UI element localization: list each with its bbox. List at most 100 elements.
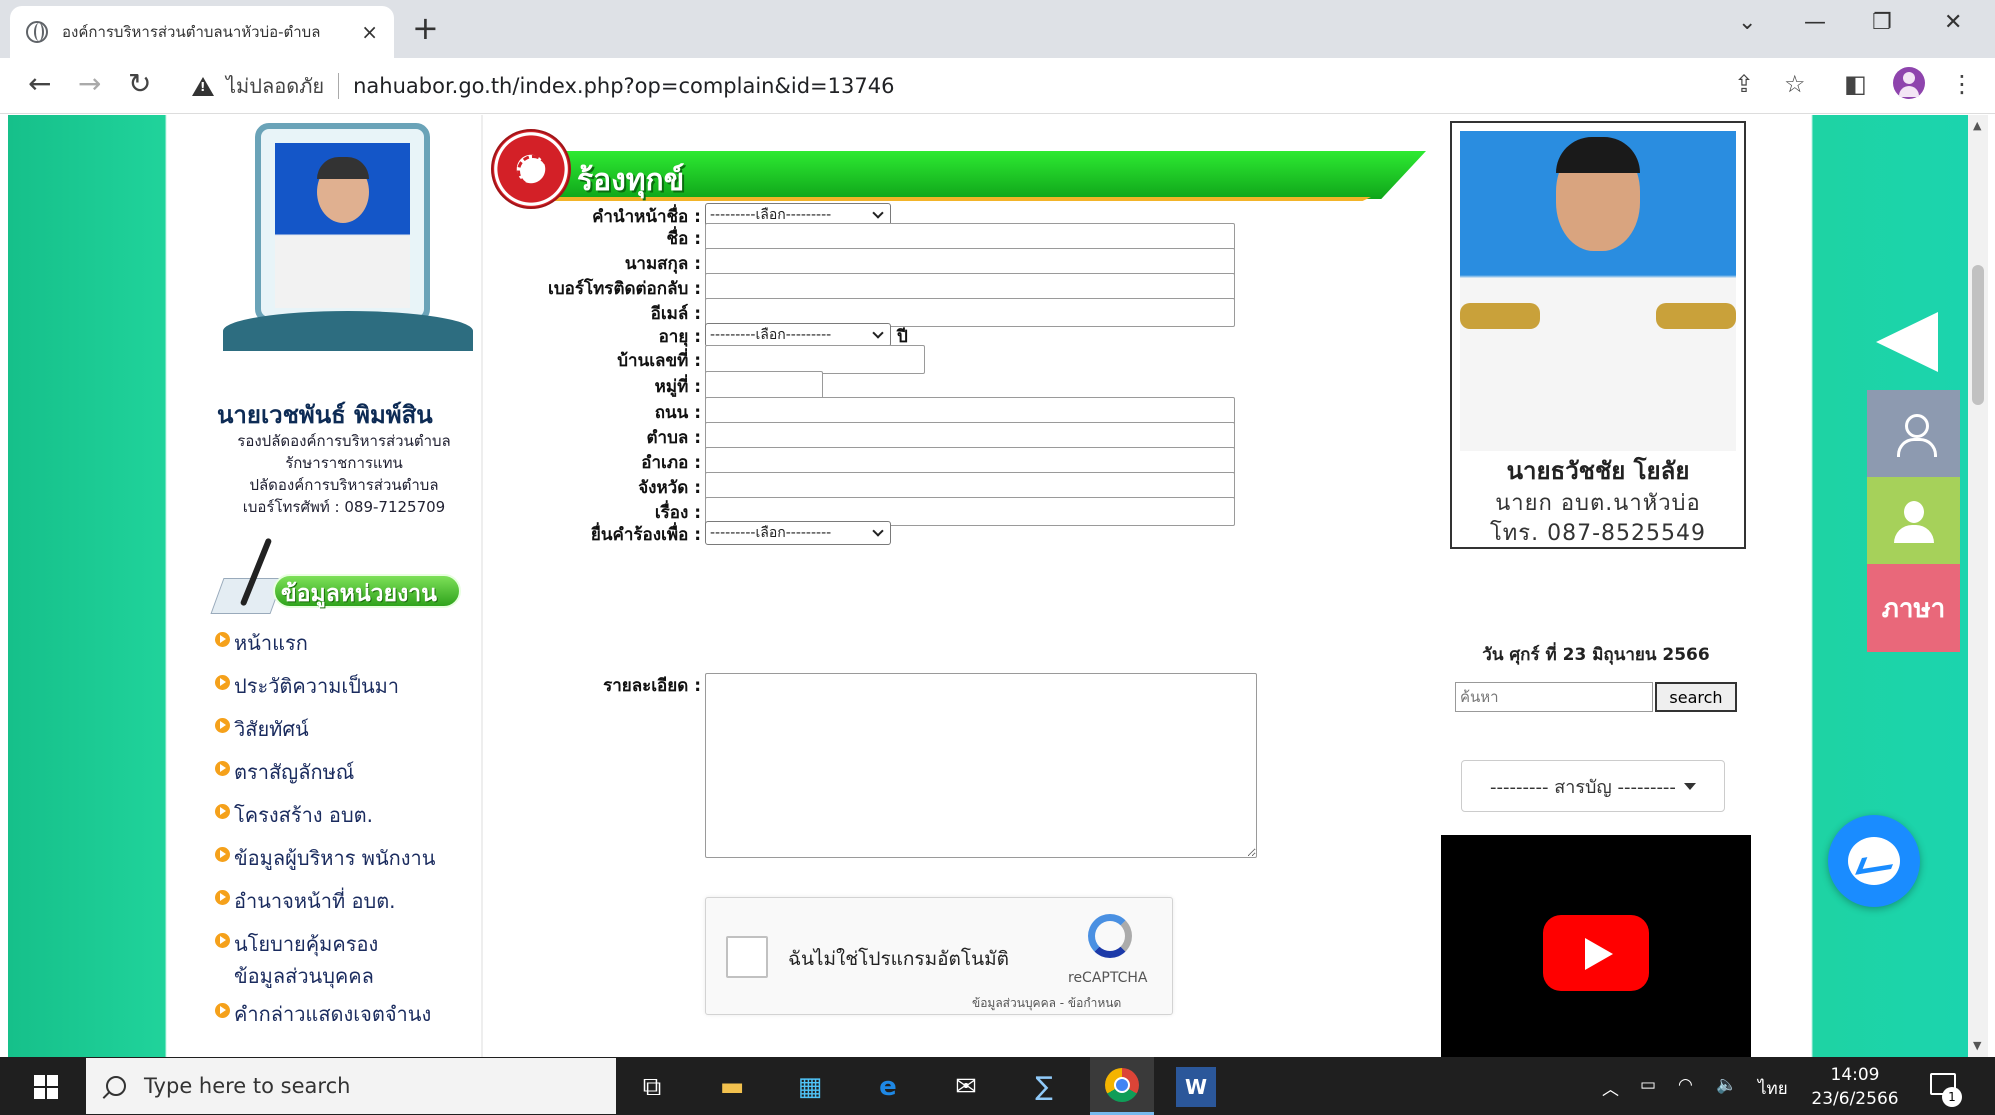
taskbar-search[interactable]: Type here to search: [86, 1058, 616, 1114]
battery-icon[interactable]: ▭: [1640, 1075, 1656, 1095]
messenger-icon: [1848, 837, 1900, 885]
chevron-down-icon: [872, 524, 884, 537]
bullet-arrow-icon: [215, 718, 230, 733]
photo-ribbon: [223, 311, 473, 351]
label-house-number: บ้านเลขที่ :: [617, 351, 701, 371]
details-textarea[interactable]: [705, 673, 1257, 858]
browser-tab-strip: องค์การบริหารส่วนตำบลนาหัวบ่อ-ตำบล × + ⌄…: [0, 0, 1995, 58]
left-sidebar: นายเวชพันธ์ พิมพ์สิน รองปลัดองค์การบริหา…: [210, 115, 483, 1057]
user-widget-button[interactable]: [1867, 390, 1960, 478]
youtube-play-icon[interactable]: [1543, 915, 1649, 991]
label-details: รายละเอียด :: [603, 676, 701, 696]
photo-hair: [1556, 137, 1640, 173]
label-tambon: ตำบล :: [646, 428, 701, 448]
seal-logo-icon: [491, 129, 571, 209]
share-icon[interactable]: ⇪: [1734, 70, 1754, 98]
sidebar-item-emblem[interactable]: ตราสัญลักษณ์: [215, 756, 483, 799]
recaptcha-brand: reCAPTCHA: [1068, 970, 1148, 986]
recaptcha-widget: ฉันไม่ใช่โปรแกรมอัตโนมัติ reCAPTCHA ข้อม…: [705, 897, 1173, 1015]
video-embed[interactable]: [1441, 835, 1751, 1057]
file-explorer-icon[interactable]: ▬: [712, 1067, 752, 1107]
sidebar-item-intent-statement[interactable]: คำกล่าวแสดงเจตจำนง: [215, 998, 483, 1041]
paper-plane-icon[interactable]: [1876, 312, 1938, 372]
store-icon[interactable]: ▦: [790, 1067, 830, 1107]
scroll-down-icon[interactable]: ▼: [1973, 1039, 1981, 1052]
chevron-down-icon: [872, 206, 884, 219]
label-road: ถนน :: [654, 403, 701, 423]
sidebar-item-label: นโยบายคุ้มครอง ข้อมูลส่วนบุคคล: [234, 928, 378, 992]
bullet-arrow-icon: [215, 632, 230, 647]
bullet-arrow-icon: [215, 804, 230, 819]
tab-search-chevron-icon[interactable]: ⌄: [1738, 10, 1756, 35]
task-view-icon[interactable]: ⧉: [632, 1067, 672, 1107]
chevron-down-icon: [872, 326, 884, 339]
word-icon[interactable]: W: [1176, 1067, 1216, 1107]
security-status[interactable]: ไม่ปลอดภัย: [226, 70, 324, 102]
address-divider: [338, 73, 340, 99]
mail-icon[interactable]: ✉: [946, 1067, 986, 1107]
complaint-banner: ร้องทุกข์: [491, 129, 1431, 209]
sidebar-item-label: โครงสร้าง อบต.: [234, 803, 373, 827]
search-button[interactable]: search: [1655, 682, 1737, 712]
wifi-icon[interactable]: ◠: [1678, 1075, 1693, 1095]
restore-icon[interactable]: ❐: [1872, 10, 1892, 35]
epaulette-right: [1656, 303, 1736, 329]
url-text[interactable]: nahuabor.go.th/index.php?op=complain&id=…: [353, 74, 894, 98]
sidebar-item-executives[interactable]: ข้อมูลผู้บริหาร พนักงาน: [215, 842, 483, 885]
mayor-photo: [1460, 131, 1736, 451]
messenger-chat-button[interactable]: [1828, 815, 1920, 907]
age-select[interactable]: ---------เลือก---------: [705, 323, 891, 347]
support-widget-button[interactable]: [1867, 477, 1960, 565]
label-amphoe: อำเภอ :: [641, 453, 701, 473]
house-number-field[interactable]: [705, 345, 925, 374]
sidebar-item-history[interactable]: ประวัติความเป็นมา: [215, 670, 483, 713]
label-phone: เบอร์โทรติดต่อกลับ :: [548, 279, 701, 299]
deputy-photo: [275, 143, 410, 308]
scrollbar-thumb[interactable]: [1972, 265, 1984, 405]
address-bar[interactable]: ไม่ปลอดภัย nahuabor.go.th/index.php?op=c…: [180, 66, 1740, 106]
sidebar-item-duties[interactable]: อำนาจหน้าที่ อบต.: [215, 885, 483, 928]
sidebar-item-vision[interactable]: วิสัยทัศน์: [215, 713, 483, 756]
notification-count: 1: [1942, 1087, 1962, 1107]
recaptcha-terms-link[interactable]: ข้อมูลส่วนบุคคล - ข้อกำหนด: [972, 994, 1121, 1013]
profile-avatar[interactable]: [1893, 67, 1925, 99]
tab-close-button[interactable]: ×: [361, 20, 378, 44]
mayor-card: นายธวัชชัย โยลัย นายก อบต.นาหัวบ่อ โทร. …: [1450, 121, 1746, 549]
recaptcha-logo-icon: [1088, 914, 1132, 958]
tray-chevron-icon[interactable]: ︿: [1602, 1075, 1619, 1100]
reload-icon[interactable]: ↻: [128, 68, 151, 100]
sidebar-item-structure[interactable]: โครงสร้าง อบต.: [215, 799, 483, 842]
language-button[interactable]: ภาษา: [1867, 564, 1960, 652]
windows-start-icon[interactable]: [34, 1075, 58, 1099]
sidebar-item-label: ประวัติความเป็นมา: [234, 674, 400, 698]
close-window-icon[interactable]: ✕: [1944, 10, 1962, 35]
new-tab-button[interactable]: +: [412, 12, 439, 44]
edge-browser-icon[interactable]: e: [868, 1067, 908, 1107]
deputy-position-line: ปลัดองค์การบริหารส่วนตำบล: [249, 476, 439, 494]
browser-tab[interactable]: องค์การบริหารส่วนตำบลนาหัวบ่อ-ตำบล ×: [10, 6, 394, 58]
purpose-select[interactable]: ---------เลือก---------: [705, 521, 891, 545]
minimize-icon[interactable]: —: [1804, 10, 1826, 35]
volume-icon[interactable]: 🔈: [1716, 1075, 1737, 1095]
search-input[interactable]: [1455, 682, 1653, 712]
input-language[interactable]: ไทย: [1758, 1075, 1788, 1102]
label-province: จังหวัด :: [638, 478, 701, 498]
taskbar-clock[interactable]: 14:09 23/6/2566: [1800, 1063, 1910, 1111]
sidebar-item-home[interactable]: หน้าแรก: [215, 627, 483, 670]
recaptcha-checkbox[interactable]: [726, 936, 768, 978]
math-app-icon[interactable]: ∑: [1024, 1067, 1064, 1107]
bookmark-star-icon[interactable]: ☆: [1784, 70, 1806, 98]
moo-field[interactable]: [705, 371, 823, 400]
sidebar-item-label: วิสัยทัศน์: [234, 717, 309, 741]
sidebar-item-privacy-policy[interactable]: นโยบายคุ้มครอง ข้อมูลส่วนบุคคล: [215, 928, 483, 998]
back-arrow-icon[interactable]: ←: [28, 68, 51, 100]
forward-arrow-icon[interactable]: →: [78, 68, 101, 100]
side-panel-icon[interactable]: ◧: [1844, 70, 1867, 98]
page-scrollbar[interactable]: ▲ ▼: [1968, 115, 1988, 1057]
seal-inner-ring: [517, 155, 549, 187]
toc-dropdown[interactable]: --------- สารบัญ ---------: [1461, 760, 1725, 812]
bullet-arrow-icon: [215, 847, 230, 862]
scroll-up-icon[interactable]: ▲: [1973, 119, 1981, 132]
kebab-menu-icon[interactable]: ⋮: [1950, 70, 1974, 98]
chrome-taskbar-icon[interactable]: [1090, 1057, 1154, 1115]
